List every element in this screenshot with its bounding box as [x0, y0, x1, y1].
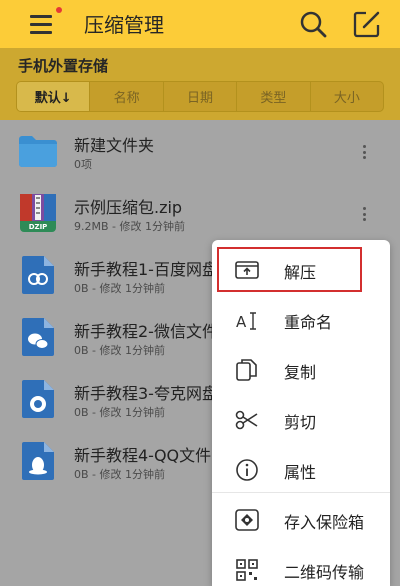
menu-item-qrcode[interactable]: 二维码传输: [212, 545, 390, 586]
storage-label: 手机外置存储: [18, 57, 109, 75]
sort-tab-size[interactable]: 大小: [309, 82, 383, 111]
menu-item-cut[interactable]: 剪切: [212, 395, 390, 445]
file-name: 新手教程1-百度网盘: [74, 260, 218, 279]
copy-icon: [236, 359, 257, 381]
safe-icon: [235, 509, 259, 531]
more-dot: [362, 218, 366, 221]
menu-item-safe[interactable]: 存入保险箱: [212, 495, 390, 545]
scissors-icon: [235, 410, 258, 430]
menu-button[interactable]: [28, 10, 56, 38]
zip-archive-icon: DZIP: [20, 194, 56, 232]
menu-label: 剪切: [284, 413, 317, 432]
more-options-button[interactable]: [356, 142, 372, 162]
file-meta: 9.2MB - 修改 1分钟前: [74, 220, 185, 233]
more-options-button[interactable]: [356, 204, 372, 224]
menu-label: 属性: [284, 463, 317, 482]
file-row[interactable]: 新建文件夹 0项: [0, 120, 400, 182]
more-dot: [362, 212, 366, 216]
menu-item-properties[interactable]: 属性: [212, 445, 390, 495]
wechat-file-icon: [22, 318, 54, 356]
notification-dot: [56, 7, 62, 13]
file-name: 新手教程2-微信文件: [74, 322, 218, 341]
menu-icon-line: [30, 23, 52, 26]
menu-icon-line: [30, 15, 52, 18]
rename-icon: A: [236, 312, 256, 331]
sort-tabs: 默认↓ 名称 日期 类型 大小: [16, 81, 384, 112]
menu-icon-line: [30, 31, 52, 34]
quark-file-icon: [22, 380, 54, 418]
sort-tab-type[interactable]: 类型: [236, 82, 309, 111]
more-dot: [362, 156, 366, 159]
sort-tab-date[interactable]: 日期: [162, 82, 236, 111]
info-icon: [236, 459, 258, 481]
more-dot: [362, 145, 366, 148]
edit-icon: [353, 11, 380, 38]
sort-tab-default[interactable]: 默认↓: [17, 82, 90, 111]
highlight-box: [217, 247, 362, 292]
file-name: 新建文件夹: [74, 136, 155, 155]
edit-button[interactable]: [352, 9, 382, 39]
svg-text:A: A: [236, 313, 247, 331]
more-dot: [362, 207, 366, 210]
menu-label: 重命名: [284, 313, 333, 332]
file-name: 新手教程4-QQ文件导: [74, 446, 228, 465]
menu-divider: [212, 492, 390, 493]
file-meta: 0B - 修改 1分钟前: [74, 344, 166, 357]
zip-badge-text: DZIP: [29, 223, 48, 231]
qrcode-icon: [236, 559, 258, 581]
menu-label: 存入保险箱: [284, 513, 365, 532]
file-meta: 0B - 修改 1分钟前: [74, 282, 166, 295]
more-dot: [362, 150, 366, 154]
file-name: 示例压缩包.zip: [74, 198, 183, 217]
sort-tab-name[interactable]: 名称: [89, 82, 162, 111]
context-menu: 解压 A 重命名 复制 剪切 属性 存入保险箱 二维码传输: [212, 240, 390, 586]
menu-item-rename[interactable]: A 重命名: [212, 295, 390, 345]
app-header: 压缩管理: [0, 0, 400, 48]
menu-label: 复制: [284, 363, 317, 382]
storage-sort-bar: 手机外置存储 默认↓ 名称 日期 类型 大小: [0, 48, 400, 120]
file-meta: 0项: [74, 158, 92, 171]
file-meta: 0B - 修改 1分钟前: [74, 468, 166, 481]
file-row[interactable]: DZIP 示例压缩包.zip 9.2MB - 修改 1分钟前: [0, 182, 400, 244]
search-button[interactable]: [298, 9, 328, 39]
menu-label: 二维码传输: [284, 563, 365, 582]
qq-file-icon: [22, 442, 54, 480]
search-icon: [300, 11, 327, 38]
file-meta: 0B - 修改 1分钟前: [74, 406, 166, 419]
folder-icon: [19, 136, 57, 167]
page-title: 压缩管理: [84, 13, 164, 37]
baidu-netdisk-file-icon: [22, 256, 54, 294]
file-name: 新手教程3-夸克网盘: [74, 384, 218, 403]
menu-item-copy[interactable]: 复制: [212, 345, 390, 395]
